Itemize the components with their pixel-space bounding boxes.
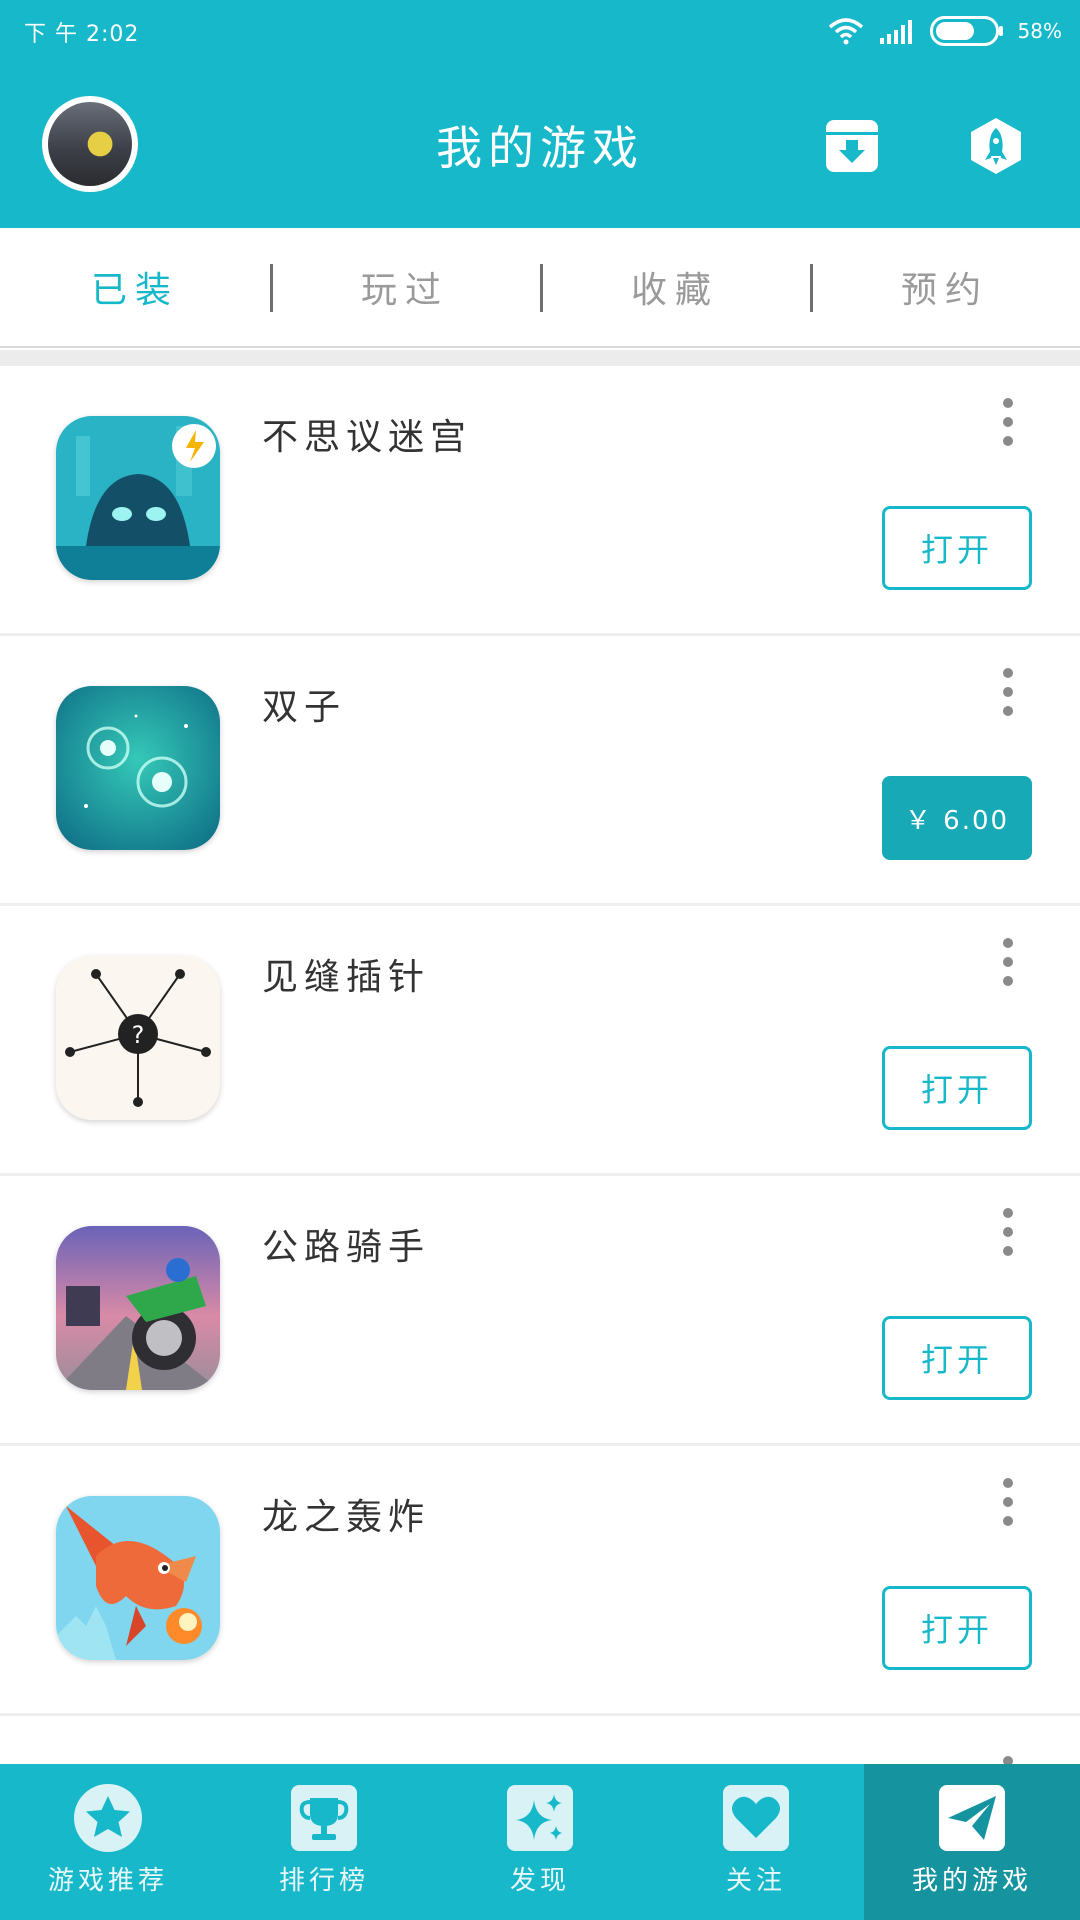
open-button[interactable]: 打开 <box>882 1046 1032 1130</box>
list-item[interactable]: 公路骑手 打开 <box>0 1176 1080 1446</box>
rider-icon <box>56 1226 220 1390</box>
pin-icon: ? <box>56 956 220 1120</box>
svg-text:?: ? <box>132 1021 145 1049</box>
tab-bar: 已装 玩过 收藏 预约 <box>0 228 1080 348</box>
tab-played[interactable]: 玩过 <box>270 228 540 346</box>
download-manager-button[interactable] <box>822 116 882 176</box>
twins-icon <box>56 686 220 850</box>
game-name: 龙之轰炸 <box>262 1497 431 1538</box>
star-icon <box>74 1784 142 1852</box>
nav-label: 发现 <box>509 1866 570 1896</box>
status-time: 下 午 2:02 <box>24 22 140 47</box>
game-name: 见缝插针 <box>262 957 431 998</box>
rocket-icon <box>971 118 1021 174</box>
status-bar: 下 午 2:02 58% <box>0 0 1080 60</box>
list-item[interactable]: ? 见缝插针 打开 <box>0 906 1080 1176</box>
more-options-icon[interactable] <box>996 1208 1020 1256</box>
nav-label: 游戏推荐 <box>47 1866 168 1896</box>
more-options-icon[interactable] <box>996 1478 1020 1526</box>
app-header: 下 午 2:02 58% 我的游戏 <box>0 0 1080 228</box>
open-button[interactable]: 打开 <box>882 1586 1032 1670</box>
more-options-icon[interactable] <box>996 668 1020 716</box>
speed-boost-button[interactable] <box>966 116 1026 176</box>
heart-icon <box>723 1785 789 1851</box>
list-item[interactable]: 龙之轰炸 打开 <box>0 1446 1080 1716</box>
paper-plane-icon <box>939 1785 1005 1851</box>
game-name: 双子 <box>262 687 347 728</box>
nav-my-games[interactable]: 我的游戏 <box>864 1764 1080 1920</box>
nav-following[interactable]: 关注 <box>648 1764 864 1920</box>
status-icons: 58% <box>828 14 1062 48</box>
download-box-icon <box>826 120 878 172</box>
tab-installed[interactable]: 已装 <box>0 228 270 346</box>
section-divider <box>0 350 1080 366</box>
dungeon-icon <box>56 416 220 580</box>
signal-icon <box>879 20 912 44</box>
more-options-icon[interactable] <box>996 938 1020 986</box>
nav-discover[interactable]: 发现 <box>432 1764 648 1920</box>
game-name: 公路骑手 <box>262 1227 431 1268</box>
wifi-icon <box>828 18 863 45</box>
open-button[interactable]: 打开 <box>882 1316 1032 1400</box>
more-options-icon[interactable] <box>996 398 1020 446</box>
list-item[interactable]: 双子 ￥ 6.00 <box>0 636 1080 906</box>
sparkle-icon <box>507 1785 573 1851</box>
tab-reserved[interactable]: 预约 <box>810 228 1080 346</box>
trophy-icon <box>291 1785 357 1851</box>
nav-recommended[interactable]: 游戏推荐 <box>0 1764 216 1920</box>
open-button[interactable]: 打开 <box>882 506 1032 590</box>
nav-label: 排行榜 <box>278 1866 369 1896</box>
battery-percent: 58% <box>1017 19 1062 43</box>
nav-label: 关注 <box>725 1866 786 1896</box>
list-item[interactable]: 不思议迷宫 打开 <box>0 366 1080 636</box>
nav-label: 我的游戏 <box>911 1866 1032 1896</box>
nav-rankings[interactable]: 排行榜 <box>216 1764 432 1920</box>
page-title: 我的游戏 <box>436 121 644 175</box>
battery-icon <box>929 16 1003 46</box>
buy-button[interactable]: ￥ 6.00 <box>882 776 1032 860</box>
tab-favorites[interactable]: 收藏 <box>540 228 810 346</box>
game-list: 不思议迷宫 打开 双子 ￥ 6.00 ? 见缝插针 打开 公路骑手 打开 龙之轰… <box>0 366 1080 1804</box>
game-name: 不思议迷宫 <box>262 417 473 458</box>
dragon-icon <box>56 1496 220 1660</box>
bottom-nav: 游戏推荐 排行榜 发现 关注 我的游戏 <box>0 1764 1080 1920</box>
